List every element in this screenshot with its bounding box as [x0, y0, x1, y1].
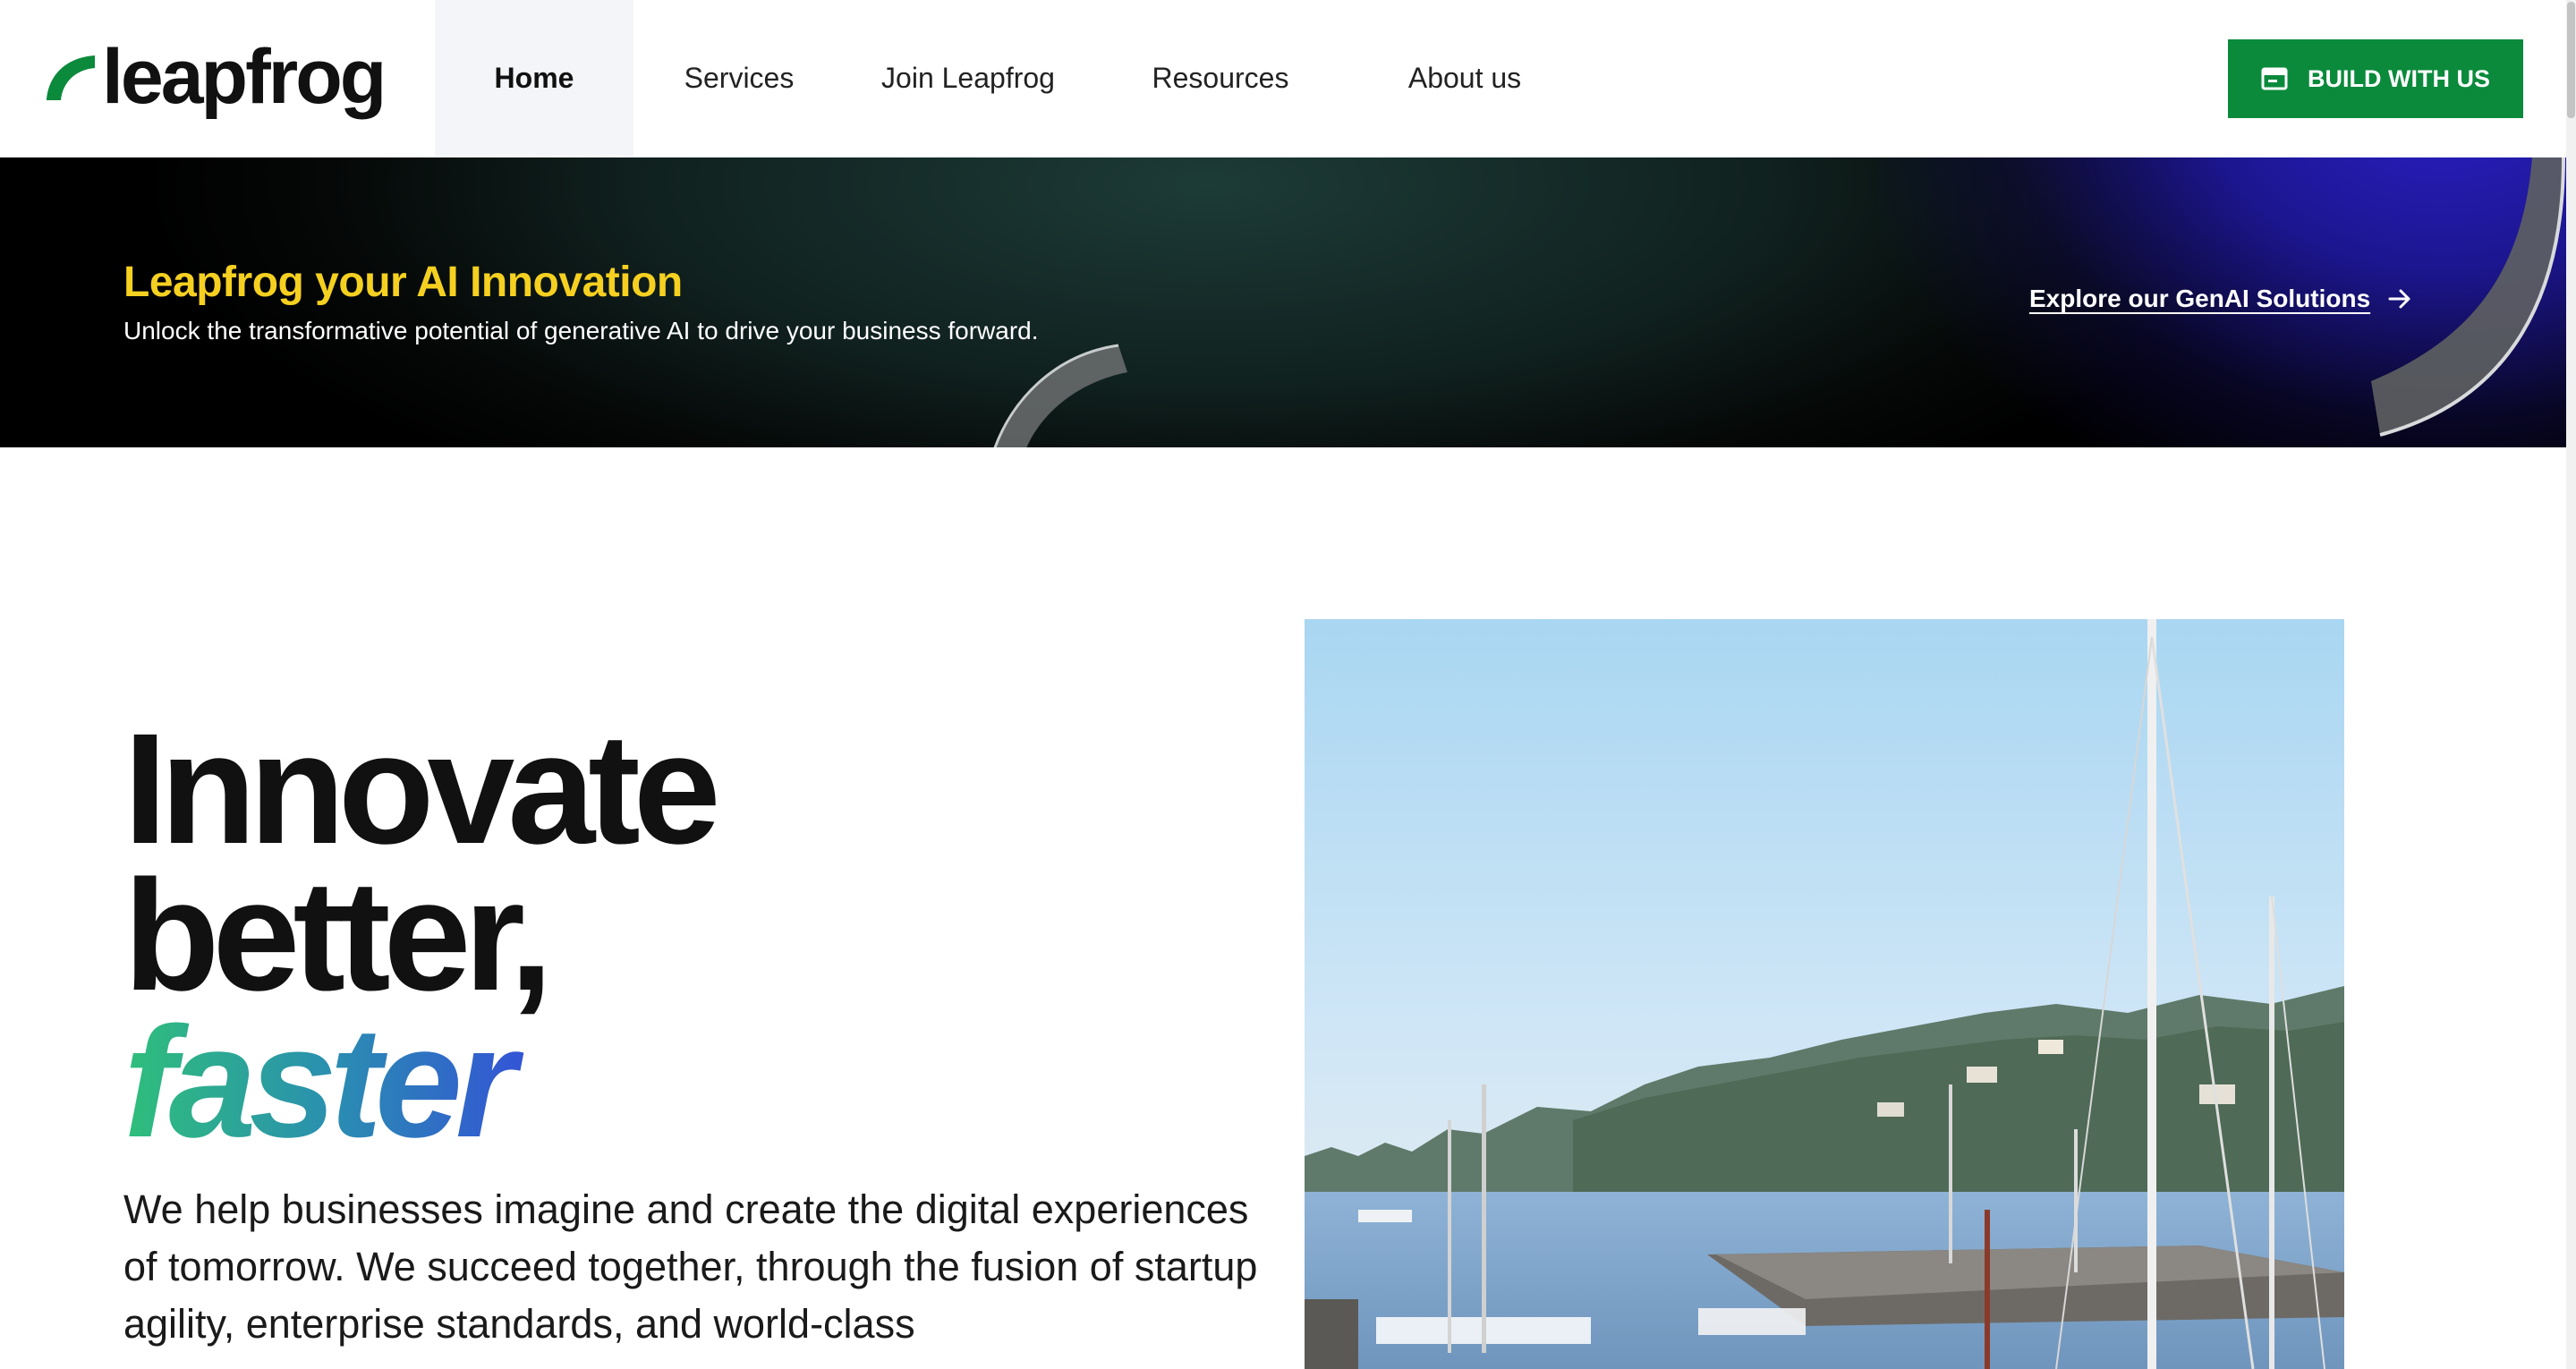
build-with-us-label: BUILD WITH US — [2308, 64, 2490, 92]
nav-resources[interactable]: Resources — [1092, 0, 1349, 156]
leapfrog-mark-icon — [47, 55, 95, 100]
hero-headline-line1: Innovate — [123, 702, 721, 877]
arrow-right-icon — [2388, 289, 2410, 309]
marina-illustration — [1305, 619, 2344, 1369]
browser-window-icon — [2261, 67, 2288, 90]
nav-home[interactable]: Home — [435, 0, 633, 156]
leapfrog-logo[interactable]: leapfrog — [41, 32, 387, 122]
build-with-us-button[interactable]: BUILD WITH US — [2228, 39, 2523, 118]
hero-headline: Innovate better, faster — [123, 702, 721, 1161]
explore-genai-link[interactable]: Explore our GenAI Solutions — [2029, 285, 2413, 313]
hero-description: We help businesses imagine and create th… — [123, 1186, 1258, 1347]
hero-headline-line2: better, — [123, 848, 553, 1024]
page-scrollbar[interactable] — [2566, 0, 2576, 1369]
nav-join-leapfrog[interactable]: Join Leapfrog — [845, 0, 1092, 156]
marina-photo — [1305, 619, 2344, 1369]
genai-banner: Leapfrog your AI Innovation Unlock the t… — [0, 157, 2566, 447]
site-header: leapfrog Home Services Join Leapfrog Res… — [0, 0, 2566, 157]
explore-genai-label: Explore our GenAI Solutions — [2029, 285, 2371, 312]
banner-arc-left-decoration — [993, 344, 1127, 447]
logo-wordmark: leapfrog — [102, 34, 387, 120]
hero-headline-gradient-word: faster — [123, 1004, 714, 1161]
banner-title: Leapfrog your AI Innovation — [123, 259, 683, 306]
banner-subtitle: Unlock the transformative potential of g… — [123, 317, 1039, 344]
main-nav: Home Services Join Leapfrog Resources Ab… — [435, 0, 1580, 156]
nav-services[interactable]: Services — [633, 0, 845, 156]
scrollbar-thumb[interactable] — [2567, 2, 2575, 118]
nav-about-us[interactable]: About us — [1349, 0, 1580, 156]
